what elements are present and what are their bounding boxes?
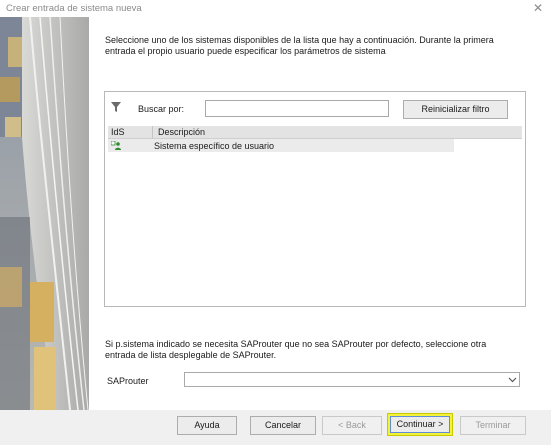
search-input[interactable]	[205, 100, 389, 117]
continue-button-label: Continuar >	[396, 419, 444, 429]
help-button[interactable]: Ayuda	[177, 416, 237, 435]
column-divider[interactable]	[152, 126, 153, 138]
close-icon[interactable]: ✕	[531, 0, 545, 16]
cancel-button-label: Cancelar	[264, 420, 302, 430]
reset-filter-button[interactable]: Reinicializar filtro	[403, 100, 508, 119]
intro-text: Seleccione uno de los sistemas disponibl…	[105, 35, 494, 56]
cancel-button[interactable]: Cancelar	[250, 416, 316, 435]
row-description: Sistema específico de usuario	[154, 141, 275, 151]
saprouter-dropdown[interactable]	[184, 372, 520, 387]
reset-filter-label: Reinicializar filtro	[421, 104, 490, 114]
finish-button-label: Terminar	[475, 420, 511, 430]
continue-button[interactable]: Continuar >	[387, 413, 453, 436]
table-header: IdS Descripción	[108, 126, 522, 139]
back-button[interactable]: < Back	[322, 416, 382, 435]
finish-button[interactable]: Terminar	[460, 416, 526, 435]
filter-icon	[111, 102, 121, 112]
column-header-description[interactable]: Descripción	[158, 127, 205, 137]
continue-button-face[interactable]: Continuar >	[390, 416, 450, 433]
back-button-label: < Back	[338, 420, 366, 430]
search-label: Buscar por:	[138, 104, 185, 114]
user-system-icon	[111, 141, 121, 150]
saprouter-label: SAProuter	[107, 376, 149, 386]
window-title: Crear entrada de sistema nueva	[6, 3, 142, 14]
column-header-ids[interactable]: IdS	[111, 127, 125, 137]
system-list-panel: Buscar por: Reinicializar filtro IdS Des…	[104, 91, 526, 307]
saprouter-hint-text: Si p.sistema indicado se necesita SAProu…	[105, 339, 487, 360]
help-button-label: Ayuda	[194, 420, 220, 430]
chevron-down-icon	[508, 377, 517, 383]
side-banner-image	[0, 17, 89, 410]
title-bar: Crear entrada de sistema nueva ✕	[0, 0, 551, 17]
table-row[interactable]: Sistema específico de usuario	[108, 139, 454, 152]
systems-table: IdS Descripción Sistema específico de us…	[108, 126, 522, 152]
